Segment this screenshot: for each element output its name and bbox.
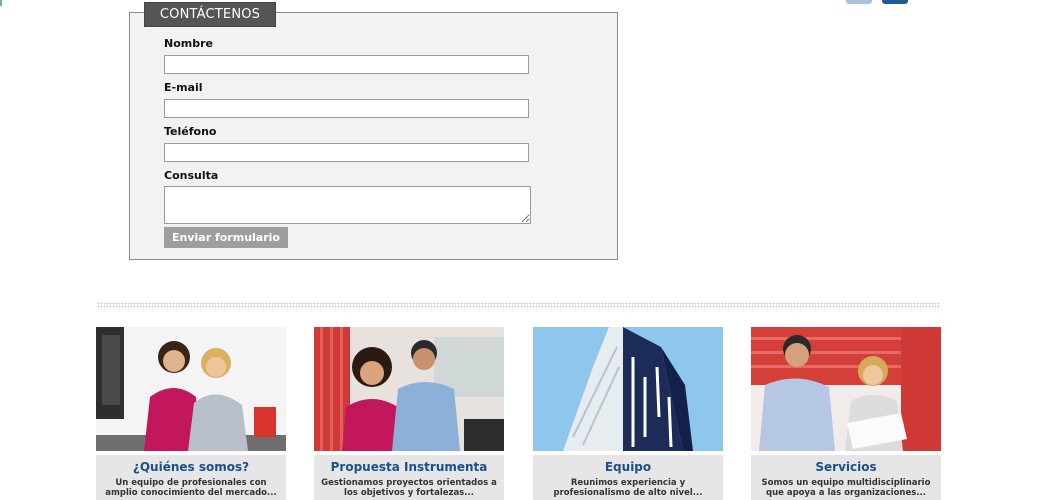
card-description: Somos un equipo multidisciplinario que a… [761, 478, 931, 498]
name-field[interactable] [164, 55, 529, 74]
contact-tab-title: CONTÁCTENOS [144, 2, 276, 27]
card-title[interactable]: Propuesta Instrumenta [314, 460, 504, 474]
card-body: Propuesta Instrumenta Gestionamos proyec… [314, 455, 504, 500]
contact-form-panel: CONTÁCTENOS Nombre E-mail Teléfono Consu… [129, 2, 618, 260]
email-label: E-mail [164, 81, 203, 94]
name-label: Nombre [164, 37, 213, 50]
card-body: Servicios Somos un equipo multidisciplin… [751, 455, 941, 500]
phone-field[interactable] [164, 143, 529, 162]
linkedin-icon[interactable] [882, 0, 908, 4]
card-propuesta-instrumenta[interactable]: Propuesta Instrumenta Gestionamos proyec… [314, 327, 504, 500]
feature-cards: ¿Quiénes somos? Un equipo de profesional… [96, 327, 942, 500]
card-title[interactable]: Servicios [751, 460, 941, 474]
card-equipo[interactable]: Equipo Reunimos experiencia y profesiona… [533, 327, 723, 500]
card-quienes-somos[interactable]: ¿Quiénes somos? Un equipo de profesional… [96, 327, 286, 500]
card-image-consulting[interactable] [751, 327, 941, 451]
card-image-meeting[interactable] [314, 327, 504, 451]
query-textarea[interactable] [164, 186, 531, 224]
card-description: Gestionamos proyectos orientados a los o… [321, 478, 497, 498]
query-label: Consulta [164, 169, 219, 182]
phone-label: Teléfono [164, 125, 217, 138]
dotted-divider [97, 302, 940, 309]
card-image-team[interactable] [96, 327, 286, 451]
card-title[interactable]: ¿Quiénes somos? [96, 460, 286, 474]
card-description: Reunimos experiencia y profesionalismo d… [553, 478, 703, 498]
social-links [846, 0, 908, 4]
card-servicios[interactable]: Servicios Somos un equipo multidisciplin… [751, 327, 941, 500]
card-image-building[interactable] [533, 327, 723, 451]
left-edge-mark [0, 0, 2, 6]
submit-form-button[interactable]: Enviar formulario [164, 227, 288, 248]
card-description: Un equipo de profesionales con amplio co… [105, 478, 277, 498]
card-body: Equipo Reunimos experiencia y profesiona… [533, 455, 723, 500]
email-field[interactable] [164, 99, 529, 118]
card-title[interactable]: Equipo [533, 460, 723, 474]
card-body: ¿Quiénes somos? Un equipo de profesional… [96, 455, 286, 500]
facebook-icon[interactable] [846, 0, 872, 4]
